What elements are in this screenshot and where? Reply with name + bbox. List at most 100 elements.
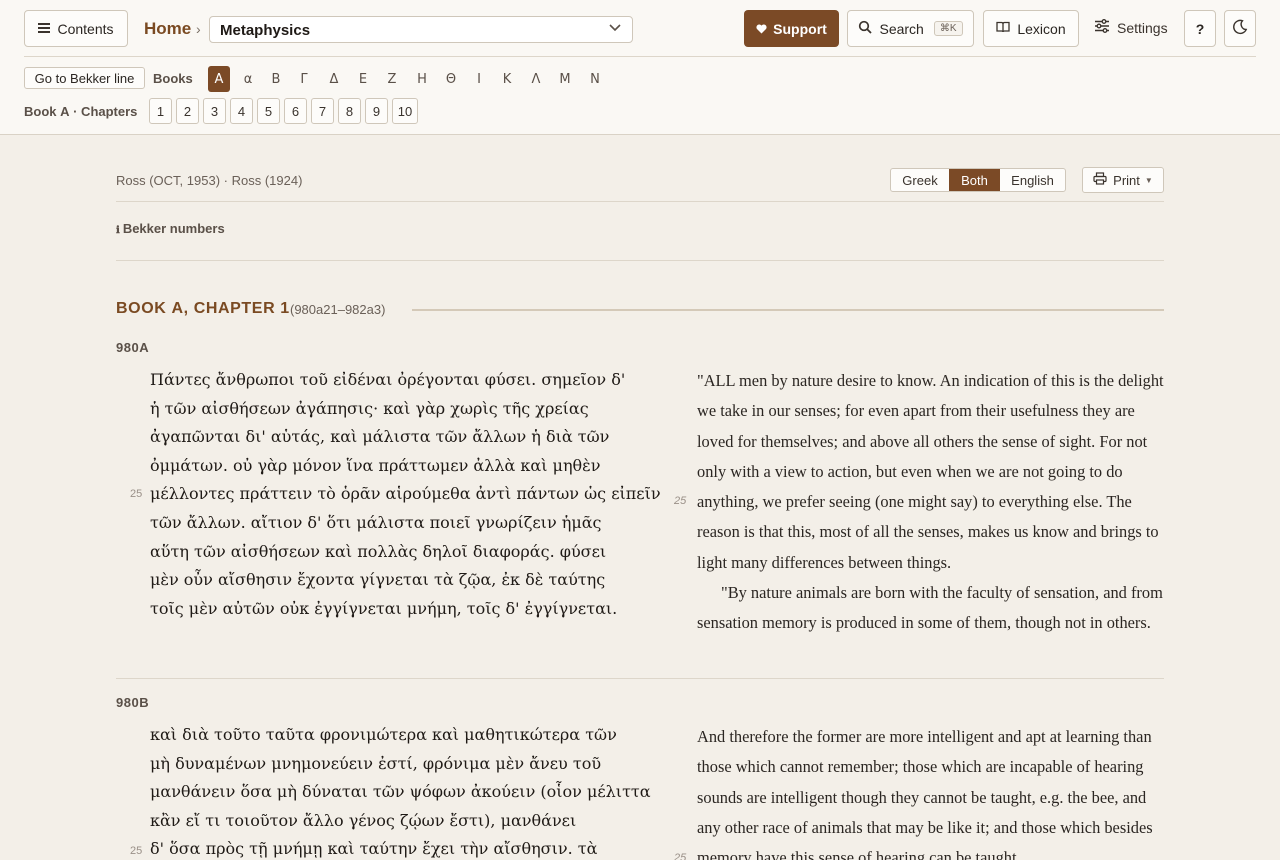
english-line: loved for themselves; and above all othe…	[697, 431, 1148, 451]
greek-line: αὕτη τῶν αἰσθήσεων καὶ πολλὰς δηλοῖ διαφ…	[150, 541, 607, 561]
settings-label: Settings	[1117, 19, 1168, 36]
english-line: those which cannot remember; those which…	[697, 757, 1144, 777]
chapter-item[interactable]: 9	[365, 98, 388, 124]
greek-text: καὶ διὰ τοῦτο ταῦτα φρονιμώτερα καὶ μαθη…	[150, 721, 651, 860]
chapters-label: Book Α · Chapters	[24, 104, 138, 119]
greek-line: ἡ τῶν αἰσθήσεων ἀγάπησις· καὶ γὰρ χωρὶς …	[150, 398, 589, 418]
chapter-item[interactable]: 5	[257, 98, 280, 124]
contents-label: Contents	[57, 20, 114, 37]
print-button[interactable]: Print ▼	[1082, 167, 1164, 193]
contents-button[interactable]: Contents	[24, 10, 128, 47]
book-item[interactable]: α	[240, 66, 256, 92]
search-shortcut: ⌘K	[933, 21, 963, 36]
section-label: 980A	[116, 340, 150, 355]
sliders-icon	[1094, 19, 1110, 36]
work-select[interactable]: Metaphysics	[209, 16, 633, 43]
english-line: anything, we prefer seeing (one might sa…	[697, 492, 1132, 512]
help-button[interactable]: ?	[1184, 10, 1216, 47]
greek-line: μανθάνειν ὅσα μὴ δύναται τῶν ψόφων ἀκούε…	[150, 782, 651, 802]
book-item[interactable]: Β	[268, 66, 284, 92]
bekker-divider	[116, 260, 1164, 261]
english-line: only with a view to action, but even whe…	[697, 461, 1123, 481]
greek-line: μὴ δυναμένων μνημονεύειν ἐστί, φρόνιμα μ…	[150, 753, 602, 773]
book-item[interactable]: Ν	[586, 66, 604, 92]
book-item[interactable]: Δ	[326, 66, 342, 92]
english-line: sounds are intelligent though they canno…	[697, 787, 1147, 807]
view-english-button[interactable]: English	[1000, 169, 1065, 191]
book-item[interactable]: Μ	[556, 66, 574, 92]
lexicon-button[interactable]: Lexicon	[983, 10, 1079, 47]
greek-line: τῶν ἄλλων. αἴτιον δ' ὅτι μάλιστα ποιεῖ γ…	[150, 512, 602, 532]
settings-button[interactable]: Settings	[1094, 19, 1168, 36]
greek-line: ἀγαπῶνται δι' αὑτάς, καὶ μάλιστα τῶν ἄλλ…	[150, 427, 610, 447]
book-item[interactable]: Θ	[443, 66, 459, 92]
go-to-bekker-button[interactable]: Go to Bekker line	[24, 67, 145, 89]
view-greek-button[interactable]: Greek	[891, 169, 949, 191]
moon-icon	[1232, 19, 1248, 38]
chapter-item[interactable]: 3	[203, 98, 226, 124]
chapter-item[interactable]: 1	[149, 98, 172, 124]
english-line-number: 25	[674, 495, 687, 507]
chapter-item[interactable]: 10	[392, 98, 418, 124]
chapters-row: Book Α · Chapters 1 2 3 4 5 6 7 8 9 10	[24, 98, 624, 124]
book-item[interactable]: Ι	[474, 66, 484, 92]
book-item[interactable]: Α	[208, 66, 230, 92]
search-button[interactable]: Search ⌘K	[847, 10, 974, 47]
lexicon-label: Lexicon	[1017, 20, 1066, 37]
chevron-down-icon	[608, 20, 622, 37]
printer-icon	[1093, 172, 1107, 188]
chapter-item[interactable]: 4	[230, 98, 253, 124]
book-item[interactable]: Λ	[528, 66, 544, 92]
search-label: Search	[879, 20, 924, 37]
bekker-numbers-toggle[interactable]: ℹ Bekker numbers	[116, 221, 225, 236]
chapter-item[interactable]: 6	[284, 98, 307, 124]
greek-line: τοῖς μὲν αὐτῶν οὐκ ἐγγίγνεται μνήμη, τοῖ…	[150, 598, 618, 618]
book-item[interactable]: Γ	[296, 66, 312, 92]
theme-toggle-button[interactable]	[1224, 10, 1256, 47]
greek-line: κἂν εἴ τι τοιοῦτον ἄλλο γένος ζῴων ἔστι)…	[150, 810, 577, 830]
support-label: Support	[773, 20, 827, 37]
caret-down-icon: ▼	[1144, 175, 1153, 185]
greek-text: Πάντες ἄνθρωποι τοῦ εἰδέναι ὀρέγονται φύ…	[150, 366, 661, 623]
breadcrumb-separator: ›	[196, 21, 201, 37]
chapter-rule	[412, 309, 1164, 311]
books-label: Books	[153, 71, 193, 86]
english-text: "ALL men by nature desire to know. An in…	[697, 366, 1167, 639]
breadcrumb-home[interactable]: Home	[144, 19, 191, 39]
english-line: we take in our senses; for even apart fr…	[697, 401, 1135, 421]
book-item[interactable]: Ε	[355, 66, 371, 92]
help-label: ?	[1195, 20, 1205, 37]
greek-line: Πάντες ἄνθρωποι τοῦ εἰδέναι ὀρέγονται φύ…	[150, 370, 626, 389]
english-line: light many differences between things.	[697, 552, 952, 572]
print-label: Print	[1113, 172, 1140, 188]
header-row: Contents Home › Metaphysics Support Sear…	[24, 10, 1256, 48]
view-mode-toggle: Greek Both English	[890, 168, 1066, 192]
greek-line: καὶ διὰ τοῦτο ταῦτα φρονιμώτερα καὶ μαθη…	[150, 725, 617, 744]
book-item[interactable]: Ζ	[384, 66, 400, 92]
chapter-item[interactable]: 7	[311, 98, 334, 124]
chapter-range: (980a21–982a3)	[290, 302, 386, 317]
english-line: "By nature animals are born with the fac…	[721, 583, 1163, 603]
book-item[interactable]: Η	[414, 66, 430, 92]
books-row: Go to Bekker line Books ΑαΒΓΔΕΖΗΘΙΚΛΜΝ	[24, 66, 1256, 92]
english-line: "ALL men by nature desire to know. An in…	[697, 371, 1164, 390]
header-divider	[24, 56, 1256, 57]
english-line: memory have this sense of hearing can be…	[697, 848, 1021, 860]
section-label: 980B	[116, 695, 150, 710]
greek-line-number: 25	[130, 845, 143, 857]
book-icon	[996, 21, 1011, 36]
toolbar-divider	[116, 201, 1164, 202]
book-item[interactable]: Κ	[499, 66, 515, 92]
chapter-item[interactable]: 2	[176, 98, 199, 124]
chapter-item[interactable]: 8	[338, 98, 361, 124]
top-bar: Contents Home › Metaphysics Support Sear…	[0, 0, 1280, 135]
english-line-number: 25	[674, 852, 687, 860]
chapter-title: BOOK Α, CHAPTER 1	[116, 300, 290, 317]
menu-icon	[38, 21, 51, 36]
view-both-button[interactable]: Both	[949, 169, 1000, 191]
support-button[interactable]: Support	[744, 10, 839, 47]
bekker-numbers-label: Bekker numbers	[122, 221, 225, 236]
english-text: And therefore the former are more intell…	[697, 722, 1167, 860]
greek-line: μέλλοντες πράττειν τὸ ὁρᾶν αἱρούμεθα ἀντ…	[150, 484, 661, 504]
greek-line-number: 25	[130, 488, 143, 500]
